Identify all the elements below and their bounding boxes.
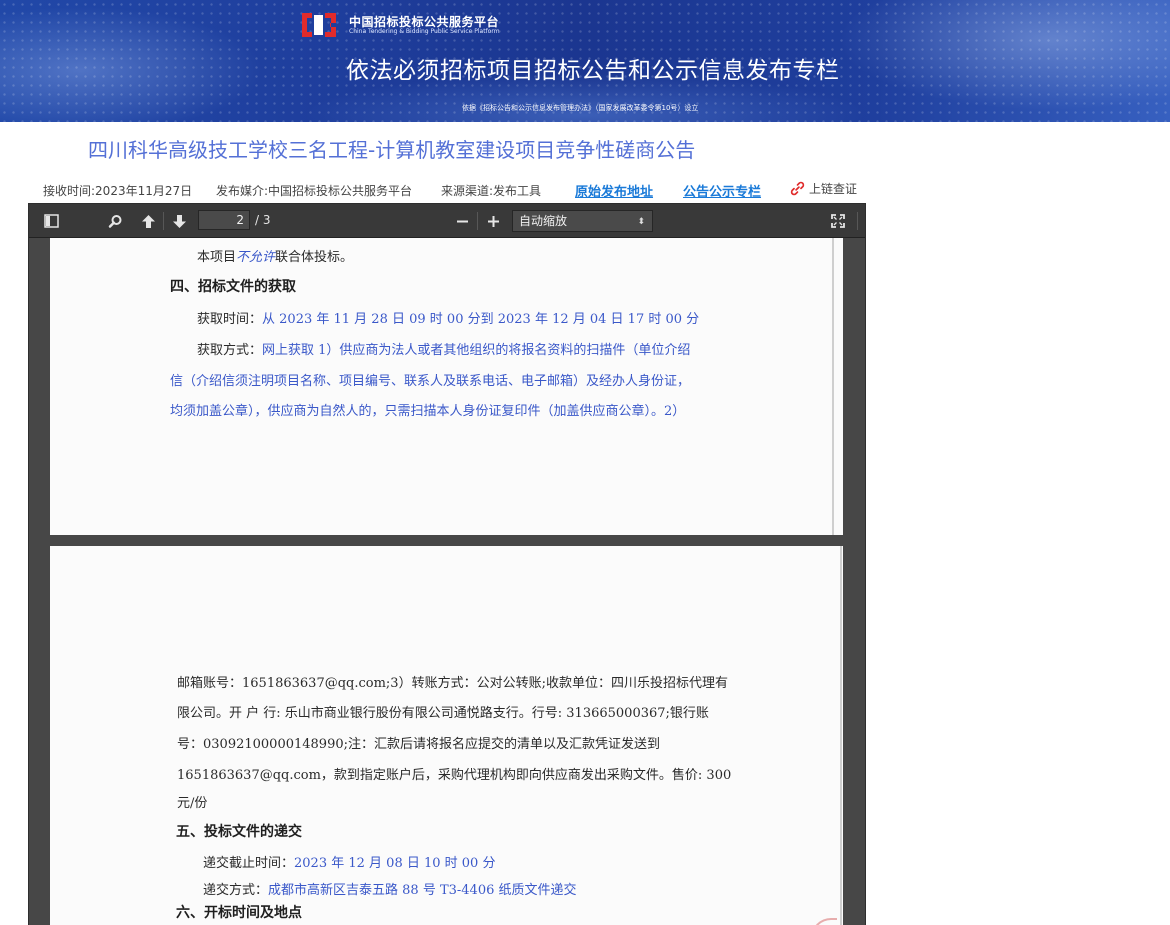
pdf-toolbar: 2 / 3 自动缩放 ⬍ xyxy=(29,204,865,238)
submit-method-line: 递交方式：成都市高新区吉泰五路 88 号 T3-4406 纸质文件递交 xyxy=(203,879,577,898)
fullscreen-icon xyxy=(831,214,845,228)
pdf-page-1: 本项目不允许联合体投标。 四、招标文件的获取 获取时间：从 2023 年 11 … xyxy=(50,238,843,535)
consortium-suffix: 联合体投标。 xyxy=(275,250,354,265)
section-6-heading: 六、开标时间及地点 xyxy=(176,905,302,921)
account-line: 号：03092100000148990;注：汇款后请将报名应提交的清单以及汇款凭… xyxy=(177,737,660,752)
previous-page-icon xyxy=(141,214,155,228)
acquire-method-line: 获取方式：网上获取 1）供应商为法人或者其他组织的将报名资料的扫描件（单位介绍 xyxy=(197,339,690,358)
zoom-select[interactable]: 自动缩放 ⬍ xyxy=(512,210,653,232)
scan-edge xyxy=(840,546,842,925)
acquire-time-value: 从 2023 年 11 月 28 日 09 时 00 分到 2023 年 12 … xyxy=(262,312,700,327)
header-banner: 中国招标投标公共服务平台 China Tendering & Bidding P… xyxy=(0,0,1170,122)
acquire-time-label: 获取时间： xyxy=(197,312,263,327)
deadline-line: 递交截止时间：2023 年 12 月 08 日 10 时 00 分 xyxy=(203,852,495,871)
pdf-viewer[interactable]: 2 / 3 自动缩放 ⬍ 本项目不允许联合体投标。 四、招标文件的获取 获取时间… xyxy=(28,203,866,925)
scan-edge xyxy=(832,238,834,535)
chain-check-label: 上链查证 xyxy=(809,182,858,196)
page-total: / 3 xyxy=(255,213,271,227)
submit-method-value: 成都市高新区吉泰五路 88 号 T3-4406 纸质文件递交 xyxy=(268,883,577,898)
next-page-icon xyxy=(172,214,186,228)
platform-logo-icon xyxy=(302,13,336,37)
section-5-heading: 五、投标文件的递交 xyxy=(176,824,302,840)
zoom-in-icon xyxy=(487,215,499,227)
price-unit-line: 元/份 xyxy=(177,796,208,811)
acquire-method-line-2: 信（介绍信须注明项目名称、项目编号、联系人及联系电话、电子邮箱）及经办人身份证， xyxy=(170,374,691,389)
acquire-time-line: 获取时间：从 2023 年 11 月 28 日 09 时 00 分到 2023 … xyxy=(197,308,699,327)
sidebar-toggle-icon xyxy=(43,214,59,228)
submit-method-label: 递交方式： xyxy=(203,883,269,898)
column-link[interactable]: 公告公示专栏 xyxy=(683,181,761,200)
email-line: 邮箱账号：1651863637@qq.com;3）转账方式：公对公转账;收款单位… xyxy=(177,676,728,691)
consortium-prefix: 本项目 xyxy=(197,250,237,265)
publish-media: 发布媒介:中国招标投标公共服务平台 xyxy=(216,184,413,198)
consortium-line: 本项目不允许联合体投标。 xyxy=(197,246,353,265)
toolbar-separator xyxy=(857,212,858,230)
sidebar-toggle-button[interactable] xyxy=(40,210,62,232)
banner-subtitle: 依据《招标公告和公示信息发布管理办法》（国家发展改革委令第10号）设立 xyxy=(462,104,699,112)
received-date: 接收时间:2023年11月27日 xyxy=(43,184,193,198)
acquire-method-label: 获取方式： xyxy=(197,343,263,358)
zoom-out-button[interactable] xyxy=(451,210,473,232)
zoom-select-value: 自动缩放 xyxy=(519,214,568,228)
original-link[interactable]: 原始发布地址 xyxy=(575,181,653,200)
platform-name-en: China Tendering & Bidding Public Service… xyxy=(349,28,500,35)
search-button[interactable] xyxy=(104,210,126,232)
notice-title: 四川科华高级技工学校三名工程-计算机教室建设项目竞争性磋商公告 xyxy=(88,138,696,162)
previous-page-button[interactable] xyxy=(137,210,159,232)
pdf-page-2: 邮箱账号：1651863637@qq.com;3）转账方式：公对公转账;收款单位… xyxy=(50,546,843,925)
fullscreen-button[interactable] xyxy=(827,210,849,232)
deadline-label: 递交截止时间： xyxy=(203,856,295,871)
acquire-method-value: 网上获取 1）供应商为法人或者其他组织的将报名资料的扫描件（单位介绍 xyxy=(262,343,691,358)
search-icon xyxy=(108,214,121,228)
section-4-heading: 四、招标文件的获取 xyxy=(170,279,296,295)
page-number-input[interactable]: 2 xyxy=(198,210,250,230)
bank-line: 限公司。开 户 行: 乐山市商业银行股份有限公司通悦路支行。行号: 313665… xyxy=(177,706,709,721)
next-page-button[interactable] xyxy=(168,210,190,232)
acquire-method-line-3: 均须加盖公章），供应商为自然人的，只需扫描本人身份证复印件（加盖供应商公章）。2… xyxy=(170,404,686,419)
chain-check-link[interactable]: 上链查证 xyxy=(790,180,857,197)
toolbar-separator xyxy=(163,212,164,230)
price-line: 1651863637@qq.com，款到指定账户后，采购代理机构即向供应商发出采… xyxy=(177,768,732,783)
zoom-in-button[interactable] xyxy=(482,210,504,232)
chevron-updown-icon: ⬍ xyxy=(637,217,645,227)
zoom-out-icon xyxy=(456,220,468,222)
banner-title: 依法必须招标项目招标公告和公示信息发布专栏 xyxy=(346,58,840,84)
chain-link-icon xyxy=(790,181,805,196)
source-channel: 来源渠道:发布工具 xyxy=(441,184,542,198)
deadline-value: 2023 年 12 月 08 日 10 时 00 分 xyxy=(294,856,496,871)
toolbar-separator xyxy=(477,212,478,230)
consortium-flag: 不允许 xyxy=(236,250,276,265)
